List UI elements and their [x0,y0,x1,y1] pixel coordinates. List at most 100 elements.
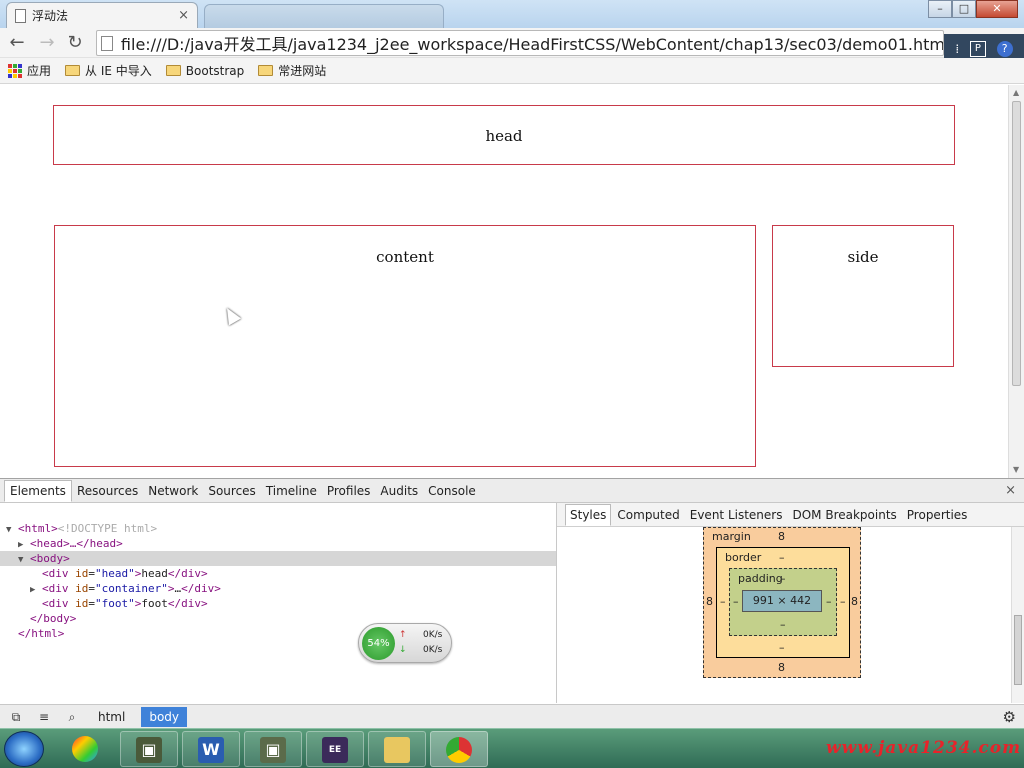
p-extension-icon[interactable]: P [969,41,986,57]
tab-title: 浮动法 [32,9,69,23]
file-icon [101,35,113,51]
bookmark-label: Bootstrap [185,63,245,78]
border-label: border [725,551,762,564]
download-speed: 0K/s [423,645,443,655]
tab-close-icon[interactable]: × [178,8,189,23]
scroll-up-icon[interactable]: ▲ [1013,88,1019,97]
tab-active[interactable]: 浮动法 × [6,2,198,28]
bookmark-apps[interactable]: 应用 [8,62,51,79]
tab-dom-breakpoints[interactable]: DOM Breakpoints [788,505,900,525]
grid-icon[interactable]: ⁞ [955,42,959,56]
tab-sources[interactable]: Sources [203,481,260,501]
dom-html[interactable]: ▼ <html> [6,521,58,536]
dom-head[interactable]: ▶ <head>…</head> [18,536,123,551]
dom-div-head[interactable]: <div id="head">head</div> [42,566,208,581]
windows-taskbar: ▣ W ▣ EE www.java1234.com [0,728,1024,768]
taskbar-app-chrome[interactable] [430,731,488,767]
maximize-icon[interactable]: □ [952,0,976,18]
back-icon[interactable]: ← [6,32,28,54]
border-bottom: – [779,641,785,654]
tab-styles[interactable]: Styles [565,503,612,526]
border-top: – [779,551,785,564]
side-text: side [847,248,879,266]
taskbar-app-terminal[interactable]: ▣ [120,731,178,767]
dock-icon[interactable]: ⧉ [6,708,26,726]
tab-inactive[interactable] [204,4,444,28]
tab-computed[interactable]: Computed [613,505,683,525]
breadcrumb-body[interactable]: body [141,706,188,727]
side-div: side [772,225,954,367]
bookmark-sites[interactable]: 常进网站 [258,62,326,79]
box-model-content: 991 × 442 [742,590,822,612]
margin-right: 8 [851,595,858,608]
tab-timeline[interactable]: Timeline [261,481,322,501]
title-bar: 浮动法 × – □ ✕ [0,0,1024,28]
chrome-icon [446,737,472,763]
head-collapsed-tag: <head>…</head> [30,537,123,550]
address-bar[interactable]: file:///D:/java开发工具/java1234_j2ee_worksp… [96,30,944,56]
start-button[interactable] [4,731,44,767]
help-icon[interactable]: ? [996,41,1013,57]
box-model-margin: margin 8 8 8 8 border – – – – padding – … [703,527,861,678]
upload-arrow-icon: ↑ [399,630,407,640]
breadcrumb-html[interactable]: html [90,707,133,727]
scroll-down-icon[interactable]: ▼ [1013,465,1019,474]
taskbar-app-photos[interactable] [56,731,114,767]
devtools-tabs: Elements Resources Network Sources Timel… [0,479,1024,503]
window-controls: – □ ✕ [928,0,1018,18]
bookmark-ie-import[interactable]: 从 IE 中导入 [65,62,152,79]
dom-div-foot[interactable]: <div id="foot">foot</div> [42,596,208,611]
tab-console[interactable]: Console [423,481,481,501]
search-icon[interactable]: ⌕ [62,708,82,726]
dom-body-close[interactable]: </body> [30,611,76,626]
app-icon: ▣ [260,737,286,763]
tab-profiles[interactable]: Profiles [322,481,376,501]
sidebar-scroll-thumb[interactable] [1014,615,1022,685]
scroll-thumb[interactable] [1012,101,1021,386]
color-app-icon [72,736,98,762]
page-scrollbar[interactable]: ▲ ▼ [1008,85,1024,478]
bookmark-bootstrap[interactable]: Bootstrap [165,63,245,78]
expand-triangle-icon[interactable]: ▼ [18,553,30,568]
expand-triangle-icon[interactable]: ▼ [6,523,18,538]
word-icon: W [198,737,224,763]
doctype-text: <!DOCTYPE html> [57,522,158,535]
taskbar-app-explorer[interactable] [368,731,426,767]
close-window-icon[interactable]: ✕ [976,0,1018,18]
forward-icon[interactable]: → [36,32,58,54]
sidebar-scrollbar[interactable] [1011,527,1024,703]
dom-doctype[interactable]: <!DOCTYPE html> [18,506,157,535]
taskbar-app-javaee-ide[interactable]: EE [306,731,364,767]
taskbar-app-word[interactable]: W [182,731,240,767]
dom-div-container[interactable]: ▶ <div id="container">…</div> [30,581,221,596]
margin-top: 8 [778,530,785,543]
content-div: content [54,225,756,467]
tab-event-listeners[interactable]: Event Listeners [686,505,787,525]
network-speed-widget[interactable]: 54% ↑ ↓ 0K/s 0K/s [358,623,452,663]
padding-right: – [826,595,832,608]
attr-name: id [75,597,89,610]
upload-speed: 0K/s [423,630,443,640]
minimize-icon[interactable]: – [928,0,952,18]
folder-icon [165,65,181,76]
console-drawer-icon[interactable]: ≡ [34,708,54,726]
html-close-tag: </html> [18,627,65,640]
reload-icon[interactable]: ↻ [64,32,86,54]
gear-icon[interactable]: ⚙ [1003,708,1016,726]
dom-html-close[interactable]: </html> [18,626,64,641]
taskbar-app-tool[interactable]: ▣ [244,731,302,767]
page-icon [15,8,26,23]
border-right: – [840,595,846,608]
url-text: file:///D:/java开发工具/java1234_j2ee_worksp… [120,35,943,54]
tab-resources[interactable]: Resources [72,481,143,501]
attr-name: id [75,567,89,580]
tab-network[interactable]: Network [143,481,203,501]
tab-elements[interactable]: Elements [4,479,72,502]
collapse-triangle-icon[interactable]: ▶ [30,583,42,598]
tab-properties[interactable]: Properties [903,505,972,525]
dom-body[interactable]: ▼ <body> [0,551,556,566]
devtools-close-icon[interactable]: × [1005,483,1016,498]
padding-bottom: – [780,618,786,631]
styles-sidebar: Styles Computed Event Listeners DOM Brea… [557,503,1024,703]
tab-audits[interactable]: Audits [375,481,423,501]
